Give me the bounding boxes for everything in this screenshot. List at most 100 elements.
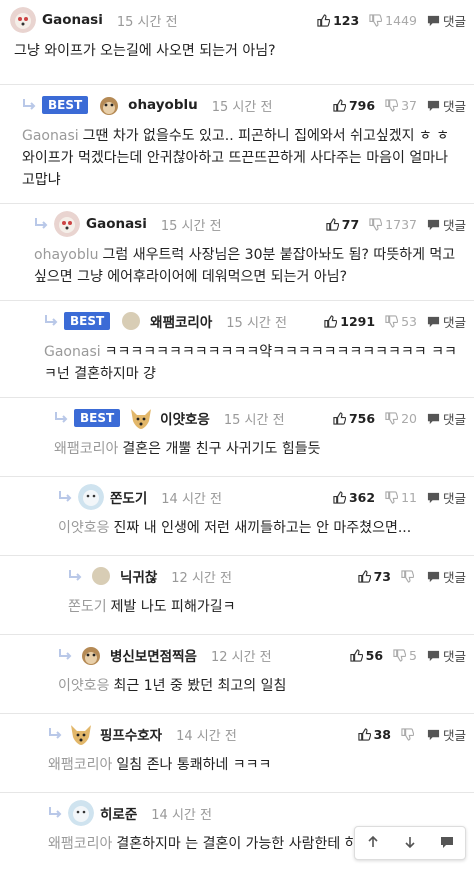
downvote-button[interactable]: 37 [385, 98, 417, 113]
thumbs-up-icon [333, 490, 346, 504]
speech-bubble-icon [427, 571, 440, 582]
thumbs-down-icon [385, 314, 399, 328]
comment-text: ohayoblu 그럼 새우트럭 사장님은 30분 붙잡아놔도 됨? 따뜻하게 먹… [34, 247, 456, 285]
speech-bubble-icon [427, 316, 440, 327]
downvote-button[interactable] [401, 569, 417, 583]
post-time: 12 시간 전 [210, 649, 272, 665]
user-nick[interactable]: 쫀도기 [110, 487, 147, 507]
upvote-button[interactable]: 796 [333, 98, 375, 113]
mention-nick[interactable]: 왜팸코리아 [48, 757, 112, 773]
upvote-button[interactable]: 38 [357, 726, 391, 742]
user-nick[interactable]: 병신보면점찍음 [110, 645, 197, 665]
user-nick[interactable]: 이얏호응 [160, 408, 210, 428]
reply-arrow-icon [59, 491, 72, 502]
reply-button[interactable]: 댓글 [427, 725, 466, 744]
reply-button[interactable]: 댓글 [427, 488, 466, 507]
comment-text: Gaonasi ㅋㅋㅋㅋㅋㅋㅋㅋㅋㅋㅋㅋ약ㅋㅋㅋㅋㅋㅋㅋㅋㅋㅋㅋㅋ ㅋㅋㅋ넌 결혼… [44, 344, 457, 382]
upvote-button[interactable]: 1291 [324, 314, 375, 329]
user-nick[interactable]: ohayoblu [128, 97, 198, 113]
upvote-count: 796 [348, 97, 376, 113]
upvote-count: 73 [373, 568, 391, 584]
mention-nick[interactable]: 쫀도기 [68, 599, 107, 615]
reply-arrow-icon [49, 728, 62, 739]
user-nick[interactable]: 왜팸코리아 [150, 311, 212, 331]
post-time: 12 시간 전 [171, 570, 232, 586]
reply-arrow-icon [49, 807, 62, 818]
reply-button[interactable]: 댓글 [427, 215, 466, 234]
reply-label: 댓글 [442, 98, 466, 114]
reply-button[interactable]: 댓글 [427, 96, 466, 115]
downvote-button[interactable]: 1737 [369, 217, 417, 232]
downvote-button[interactable]: 53 [385, 314, 417, 329]
avatar[interactable] [54, 211, 80, 237]
thumbs-down-icon [401, 727, 414, 741]
comment-text: Gaonasi 그땐 차가 없을수도 있고.. 피곤하니 집에와서 쉬고싶겠지 ㅎ… [22, 128, 450, 188]
avatar[interactable] [10, 7, 36, 33]
reply-label: 댓글 [442, 411, 466, 427]
downvote-button[interactable]: 11 [385, 490, 417, 505]
mention-nick[interactable]: 왜팸코리아 [54, 441, 118, 457]
downvote-button[interactable]: 20 [385, 411, 417, 426]
mention-nick[interactable]: Gaonasi [22, 128, 79, 144]
mention-nick[interactable]: 왜팸코리아 [48, 836, 112, 852]
user-nick[interactable]: Gaonasi [42, 12, 103, 28]
user-nick[interactable]: 히로준 [100, 803, 137, 823]
comment-thread: Gaonasi 15 시간 전 123 1449 댓글 그냥 와이프가 오는길에… [0, 0, 474, 873]
mention-nick[interactable]: 이얏호응 [58, 520, 110, 536]
reply-arrow-icon [59, 649, 72, 660]
reply-label: 댓글 [442, 569, 466, 585]
mention-nick[interactable]: 이얏호응 [58, 678, 110, 694]
avatar[interactable] [96, 92, 123, 118]
upvote-count: 77 [341, 216, 360, 232]
upvote-button[interactable]: 123 [317, 13, 359, 28]
reply-button[interactable]: 댓글 [427, 409, 466, 428]
thumbs-up-icon [317, 13, 331, 27]
comment-text: 왜팸코리아 결혼은 개뿔 친구 사귀기도 힘들듯 [54, 441, 321, 457]
avatar[interactable] [78, 484, 104, 510]
downvote-count: 5 [409, 647, 417, 663]
comment-text: 쫀도기 제발 나도 피해가길ㅋ [68, 599, 236, 615]
downvote-button[interactable]: 1449 [369, 13, 417, 28]
reply-button[interactable]: 댓글 [427, 567, 466, 586]
comment-item: Gaonasi 15 시간 전 123 1449 댓글 그냥 와이프가 오는길에… [0, 0, 474, 85]
downvote-count: 53 [401, 313, 417, 329]
upvote-button[interactable]: 56 [349, 648, 383, 663]
avatar[interactable] [68, 800, 94, 826]
scroll-up-button[interactable] [366, 834, 380, 853]
downvote-count: 1449 [385, 12, 417, 28]
thumbs-up-icon [324, 314, 338, 328]
avatar[interactable] [78, 642, 104, 668]
avatar[interactable] [68, 721, 94, 747]
upvote-count: 38 [373, 726, 391, 742]
downvote-count: 20 [401, 410, 417, 426]
upvote-button[interactable]: 362 [333, 490, 375, 505]
downvote-button[interactable] [401, 727, 417, 741]
mention-nick[interactable]: ohayoblu [34, 247, 99, 263]
reply-label: 댓글 [442, 648, 466, 664]
reply-label: 댓글 [442, 314, 466, 330]
thumbs-up-icon [333, 98, 346, 112]
user-nick[interactable]: 닉귀찮 [120, 566, 157, 586]
comment-item: 쫀도기 14 시간 전 362 11 댓글 이얏호응 진짜 내 인생에 저런 새끼… [0, 477, 474, 556]
downvote-button[interactable]: 5 [393, 648, 417, 663]
post-time: 15 시간 전 [116, 14, 178, 30]
user-nick[interactable]: Gaonasi [86, 216, 147, 232]
comment-text: 이얏호응 진짜 내 인생에 저런 새끼들하고는 안 마주쳤으면... [58, 520, 412, 536]
upvote-button[interactable]: 73 [357, 568, 391, 584]
reply-button[interactable]: 댓글 [427, 11, 466, 30]
comment-item: Gaonasi 15 시간 전 77 1737 댓글 ohayoblu 그럼 새우… [0, 204, 474, 301]
upvote-button[interactable]: 756 [333, 411, 375, 426]
avatar[interactable] [88, 563, 114, 589]
comment-jump-button[interactable] [440, 834, 454, 853]
avatar[interactable] [118, 308, 144, 334]
reply-button[interactable]: 댓글 [427, 646, 466, 665]
avatar[interactable] [128, 405, 154, 431]
scroll-down-button[interactable] [403, 834, 417, 853]
user-nick[interactable]: 핑프수호자 [100, 724, 162, 744]
post-time: 15 시간 전 [223, 412, 285, 428]
mention-nick[interactable]: Gaonasi [44, 344, 101, 360]
upvote-button[interactable]: 77 [326, 217, 359, 232]
speech-bubble-icon [440, 836, 453, 848]
reply-button[interactable]: 댓글 [427, 312, 466, 331]
reply-arrow-icon [55, 412, 68, 423]
